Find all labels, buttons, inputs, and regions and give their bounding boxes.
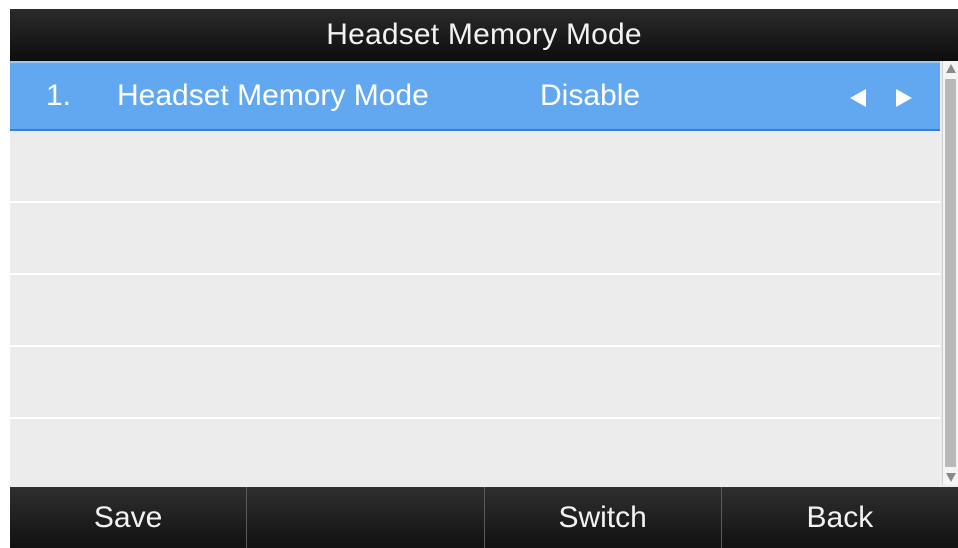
empty-row xyxy=(10,349,940,419)
left-arrow-icon[interactable] xyxy=(850,89,866,107)
back-softkey[interactable]: Back xyxy=(722,487,958,548)
save-softkey[interactable]: Save xyxy=(10,487,248,548)
row-index: 1. xyxy=(46,79,72,112)
scrollbar[interactable] xyxy=(942,61,958,485)
scroll-up-icon[interactable] xyxy=(946,64,956,73)
page-title: Headset Memory Mode xyxy=(10,9,958,61)
phone-screen: Headset Memory Mode 1. Headset Memory Mo… xyxy=(10,9,958,548)
empty-row xyxy=(10,205,940,275)
empty-row xyxy=(10,133,940,203)
empty-softkey[interactable] xyxy=(247,487,485,548)
row-label: Headset Memory Mode xyxy=(117,79,429,112)
softkey-bar: Save Switch Back xyxy=(10,487,958,548)
scroll-down-icon[interactable] xyxy=(946,473,956,482)
setting-row-headset-memory-mode[interactable]: 1. Headset Memory Mode Disable xyxy=(10,61,940,131)
settings-list: 1. Headset Memory Mode Disable xyxy=(10,61,940,491)
switch-softkey[interactable]: Switch xyxy=(485,487,722,548)
empty-row xyxy=(10,277,940,347)
scrollbar-thumb[interactable] xyxy=(945,79,956,467)
row-value[interactable]: Disable xyxy=(540,63,640,129)
empty-row xyxy=(10,421,940,491)
right-arrow-icon[interactable] xyxy=(896,89,912,107)
